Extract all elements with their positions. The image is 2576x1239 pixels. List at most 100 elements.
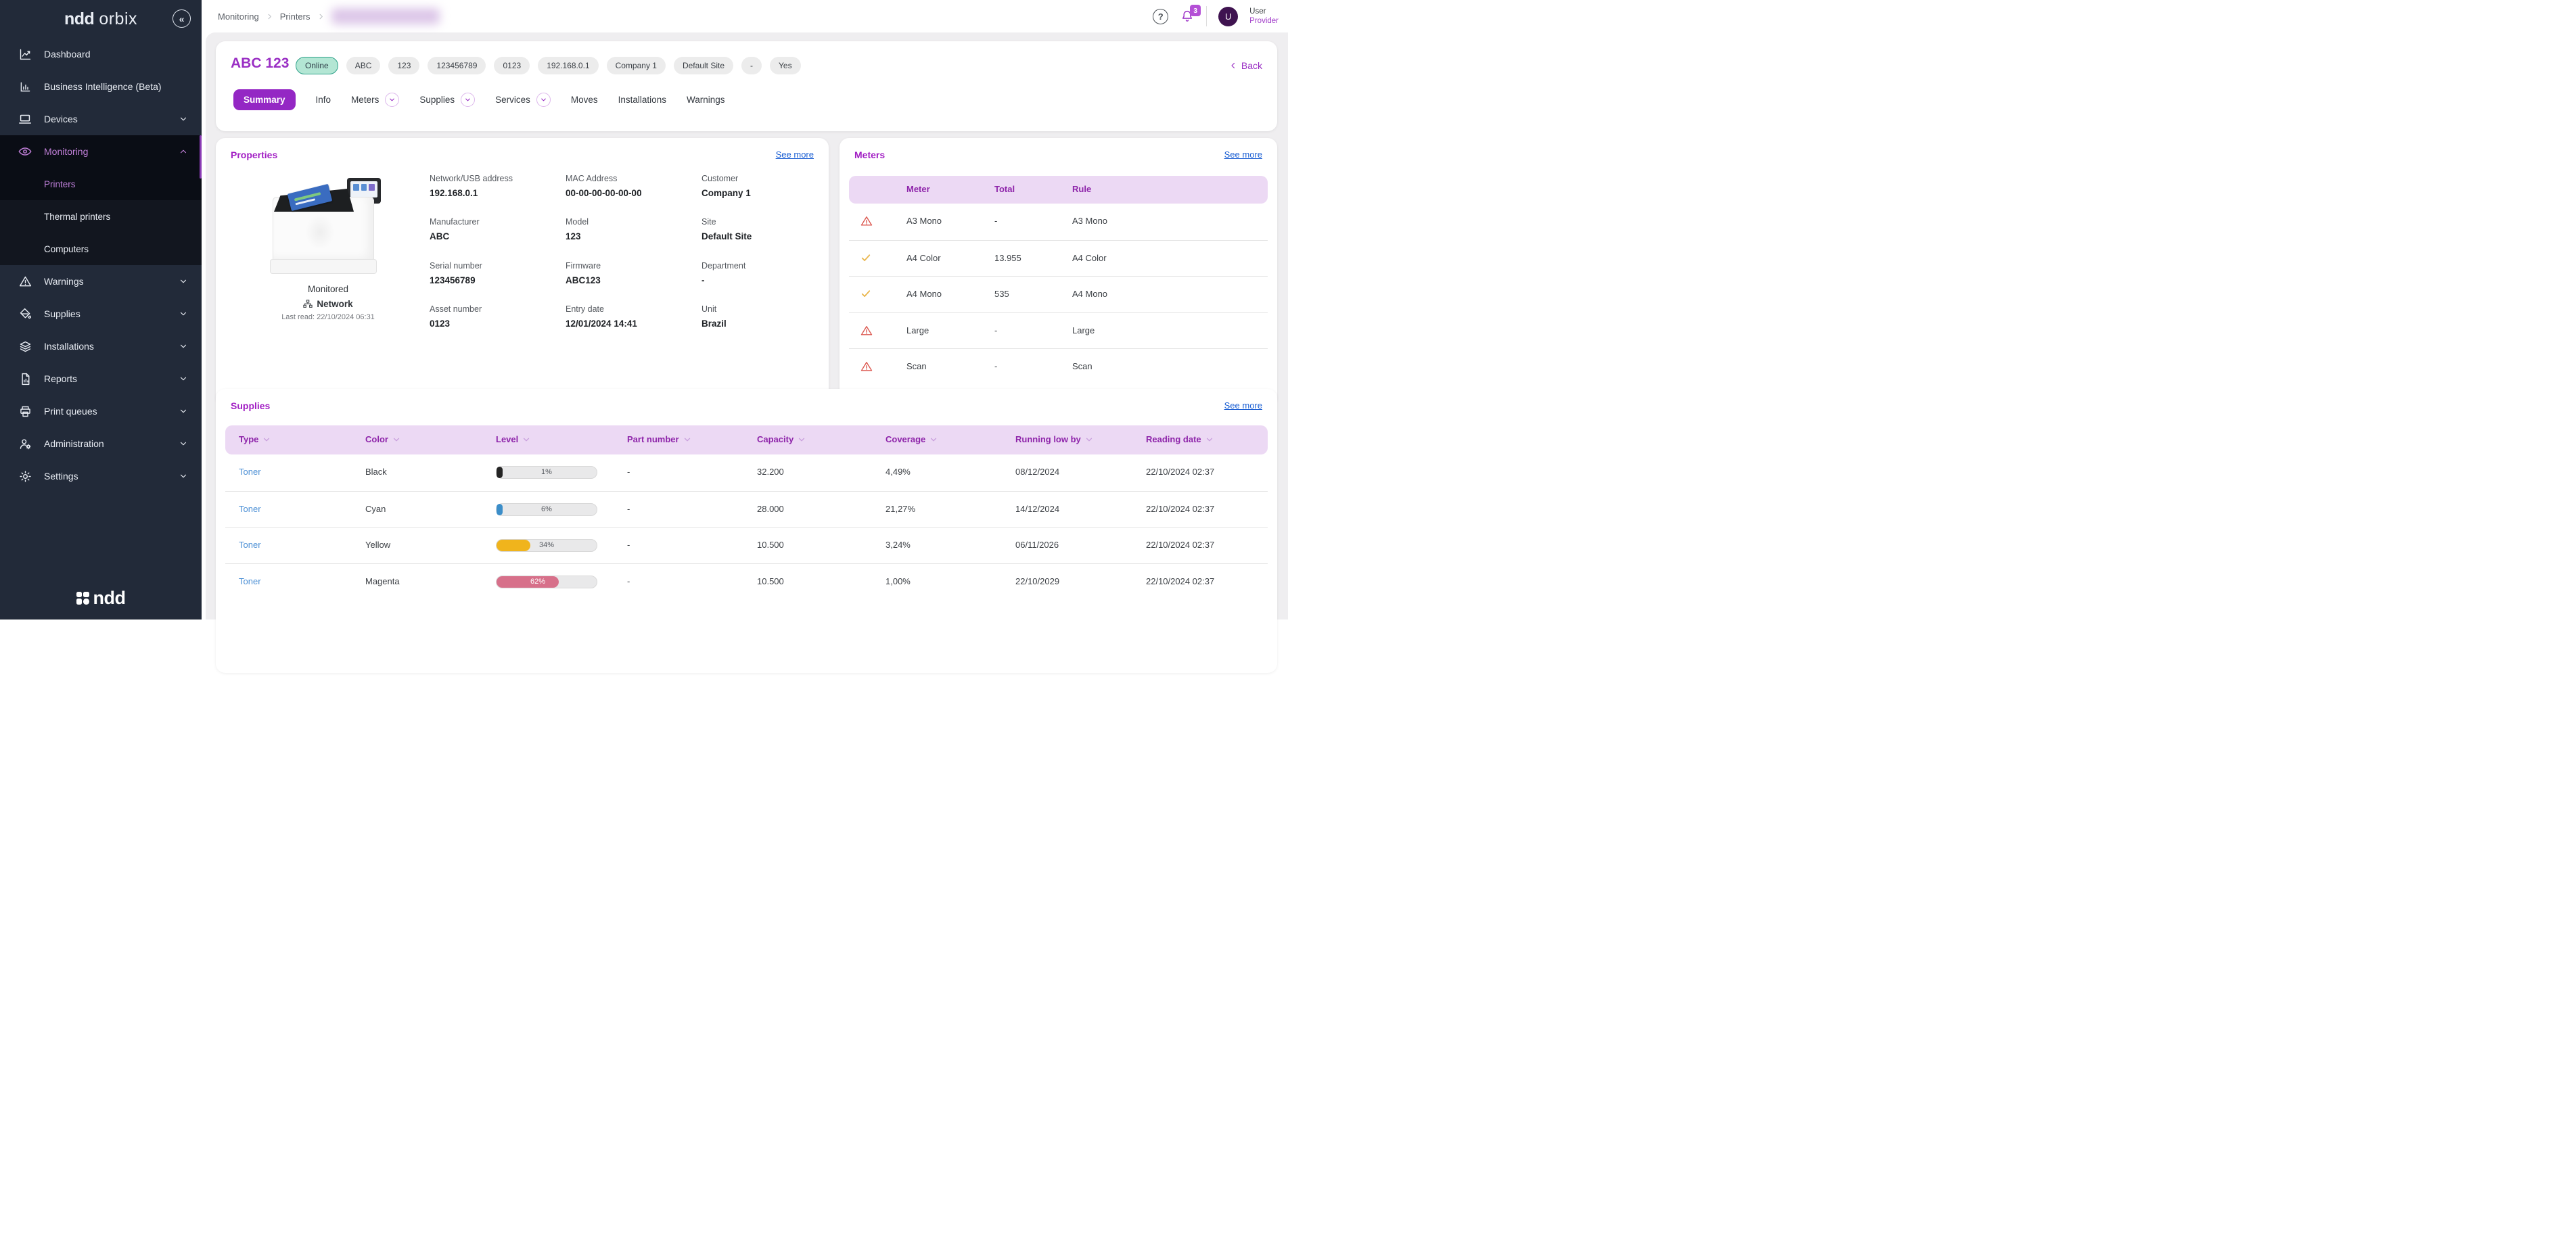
sidebar-item-computers[interactable]: Computers (0, 233, 202, 265)
field-value: - (702, 275, 823, 285)
chevron-down-icon (461, 93, 475, 107)
supply-color: Black (365, 467, 387, 477)
notification-count-badge: 3 (1190, 5, 1201, 16)
badge-yes: Yes (770, 57, 801, 74)
supply-color: Yellow (365, 540, 390, 550)
table-row: A4 Mono 535 A4 Mono (849, 276, 1268, 312)
user-name: User (1249, 7, 1279, 16)
meters-see-more-link[interactable]: See more (1224, 149, 1262, 160)
device-header-card: ABC 123 Online ABC 123 123456789 0123 19… (216, 41, 1277, 131)
meter-name: A4 Mono (906, 289, 942, 299)
badge-serial: 123456789 (428, 57, 486, 74)
table-row: A3 Mono - A3 Mono (849, 204, 1268, 240)
column-part-number[interactable]: Part number (627, 434, 692, 444)
tab-info[interactable]: Info (316, 95, 331, 105)
sidebar-item-business-intelligence[interactable]: Business Intelligence (Beta) (0, 70, 202, 103)
sort-chevron-icon (392, 435, 401, 444)
badge-model: 123 (388, 57, 419, 74)
supply-part-number: - (627, 540, 630, 550)
properties-see-more-link[interactable]: See more (776, 149, 814, 160)
field-label: Network/USB address (430, 174, 566, 183)
sidebar-scrollbar[interactable] (200, 135, 202, 179)
properties-title: Properties (231, 149, 277, 160)
sidebar-item-thermal-printers[interactable]: Thermal printers (0, 200, 202, 233)
column-total: Total (994, 184, 1015, 194)
chevron-right-icon (317, 13, 325, 20)
supply-type-link[interactable]: Toner (239, 576, 261, 586)
breadcrumb-printers[interactable]: Printers (280, 11, 310, 22)
tab-label: Meters (351, 95, 379, 105)
properties-fields: Network/USB address192.168.0.1 MAC Addre… (430, 174, 823, 348)
supply-type-link[interactable]: Toner (239, 540, 261, 550)
ndd-grid-icon (76, 592, 89, 605)
supply-type-link[interactable]: Toner (239, 504, 261, 514)
field-label: Serial number (430, 261, 566, 271)
sidebar-item-devices[interactable]: Devices (0, 103, 202, 135)
chevron-down-icon (179, 406, 188, 416)
column-color[interactable]: Color (365, 434, 401, 444)
tab-summary[interactable]: Summary (233, 89, 296, 110)
tab-label: Services (495, 95, 530, 105)
tab-supplies[interactable]: Supplies (419, 93, 475, 107)
supplies-card: Supplies See more Type Color Level Part … (216, 389, 1277, 673)
field-value: 123456789 (430, 275, 566, 285)
column-running-low-by[interactable]: Running low by (1015, 434, 1094, 444)
sidebar-item-reports[interactable]: Reports (0, 363, 202, 395)
supplies-see-more-link[interactable]: See more (1224, 400, 1262, 411)
field-value: Default Site (702, 231, 823, 241)
meters-card: Meters See more Meter Total Rule A3 Mono… (840, 138, 1277, 406)
sort-chevron-icon (522, 435, 531, 444)
column-coverage[interactable]: Coverage (886, 434, 938, 444)
meter-rule: A3 Mono (1072, 216, 1107, 226)
tab-moves[interactable]: Moves (571, 95, 598, 105)
notifications-bell-icon[interactable]: 3 (1180, 8, 1195, 24)
topbar: Monitoring Printers ? 3 U User Provider (202, 0, 1288, 32)
sidebar-item-supplies[interactable]: Supplies (0, 298, 202, 330)
meter-name: Scan (906, 361, 927, 371)
chevron-down-icon (179, 309, 188, 319)
supply-type-link[interactable]: Toner (239, 467, 261, 477)
breadcrumb-monitoring[interactable]: Monitoring (218, 11, 259, 22)
sidebar-item-administration[interactable]: Administration (0, 427, 202, 460)
supply-reading-date: 22/10/2024 02:37 (1146, 504, 1214, 514)
sidebar-item-monitoring[interactable]: Monitoring (0, 135, 202, 168)
sidebar-item-installations[interactable]: Installations (0, 330, 202, 363)
help-icon[interactable]: ? (1153, 9, 1168, 24)
meters-table-header: Meter Total Rule (849, 176, 1268, 204)
tab-warnings[interactable]: Warnings (687, 95, 725, 105)
sidebar-item-printers[interactable]: Printers (0, 168, 202, 200)
column-reading-date[interactable]: Reading date (1146, 434, 1214, 444)
meter-total: - (994, 361, 997, 371)
sidebar-item-print-queues[interactable]: Print queues (0, 395, 202, 427)
sidebar-item-label: Business Intelligence (Beta) (44, 81, 162, 92)
back-button[interactable]: Back (1229, 60, 1262, 71)
warning-triangle-icon (18, 274, 32, 289)
meter-rule: Scan (1072, 361, 1092, 371)
tab-services[interactable]: Services (495, 93, 551, 107)
chevron-up-icon (179, 147, 188, 156)
user-menu[interactable]: User Provider (1249, 7, 1279, 26)
sidebar-item-settings[interactable]: Settings (0, 460, 202, 492)
sidebar-collapse-icon[interactable]: « (172, 9, 191, 28)
sidebar-item-label: Computers (44, 244, 89, 254)
column-type[interactable]: Type (239, 434, 271, 444)
meter-total: 535 (994, 289, 1009, 299)
back-label: Back (1241, 60, 1262, 71)
supply-coverage: 4,49% (886, 467, 911, 477)
layers-icon (18, 339, 32, 354)
column-capacity[interactable]: Capacity (757, 434, 806, 444)
supply-part-number: - (627, 504, 630, 514)
table-row: Large - Large (849, 312, 1268, 349)
tab-meters[interactable]: Meters (351, 93, 399, 107)
avatar[interactable]: U (1218, 7, 1238, 26)
tab-installations[interactable]: Installations (618, 95, 666, 105)
monitored-status: Monitored (263, 284, 393, 294)
page-title: ABC 123 (231, 55, 289, 72)
device-tabs: Summary Info Meters Supplies Services Mo… (233, 89, 724, 110)
table-row: Toner Yellow 34% - 10.500 3,24% 06/11/20… (225, 527, 1268, 563)
sidebar-item-warnings[interactable]: Warnings (0, 265, 202, 298)
column-level[interactable]: Level (496, 434, 531, 444)
sidebar-item-dashboard[interactable]: Dashboard (0, 38, 202, 70)
chevron-down-icon (179, 471, 188, 481)
supply-running-low-by: 22/10/2029 (1015, 576, 1059, 586)
